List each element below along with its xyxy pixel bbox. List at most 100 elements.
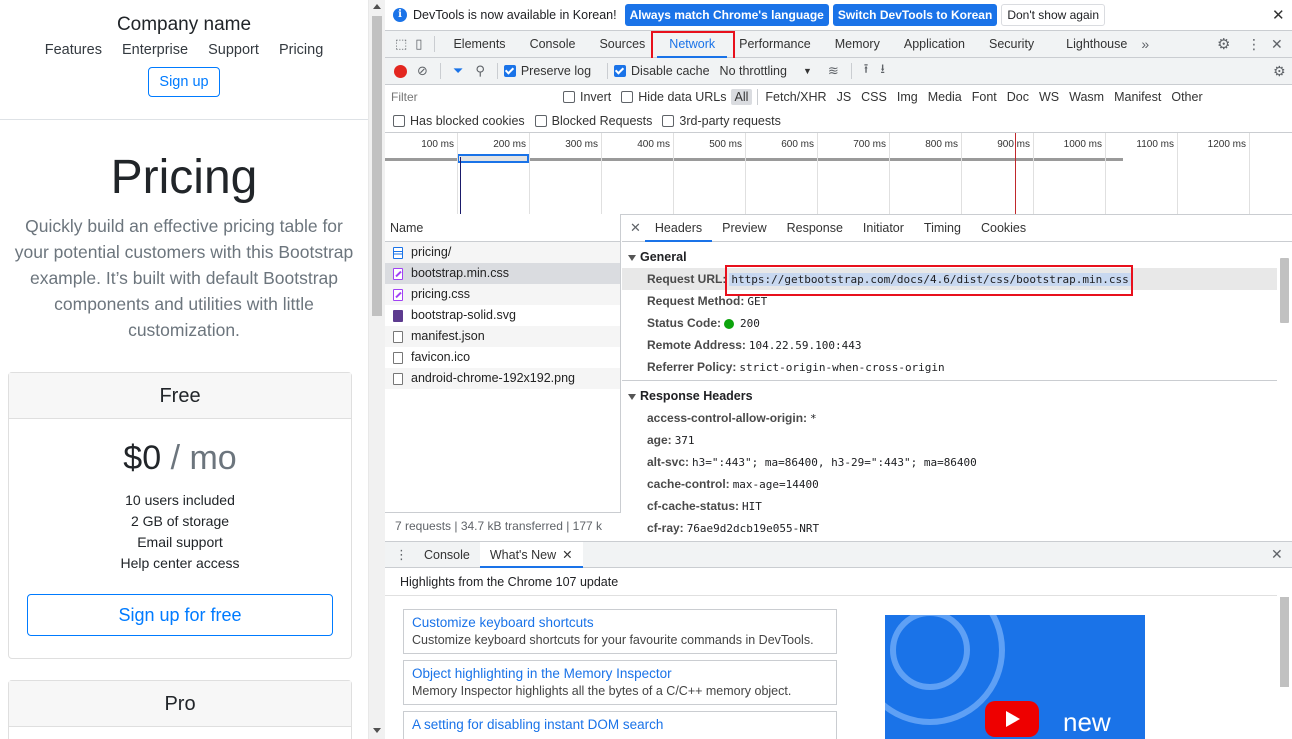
- tab-network[interactable]: Network: [657, 31, 727, 58]
- nav-link-features[interactable]: Features: [45, 42, 102, 58]
- scroll-up-arrow-icon[interactable]: [373, 4, 381, 9]
- request-row[interactable]: bootstrap-solid.svg: [385, 305, 620, 326]
- network-settings-gear-icon[interactable]: ⚙: [1273, 63, 1286, 80]
- request-row[interactable]: pricing.css: [385, 284, 620, 305]
- filter-type-fetch-xhr[interactable]: Fetch/XHR: [761, 89, 830, 105]
- expand-triangle-icon[interactable]: [628, 393, 636, 400]
- tab-preview[interactable]: Preview: [712, 214, 776, 242]
- dont-show-again-button[interactable]: Don't show again: [1001, 4, 1105, 26]
- whats-new-item-title[interactable]: Object highlighting in the Memory Inspec…: [412, 665, 828, 682]
- checkbox-unchecked-icon[interactable]: [393, 114, 405, 127]
- detail-scrollbar[interactable]: [1277, 242, 1292, 540]
- tab-application[interactable]: Application: [892, 31, 977, 58]
- tab-timing[interactable]: Timing: [914, 214, 971, 242]
- whats-new-video-thumbnail[interactable]: new: [885, 615, 1145, 739]
- request-url-value[interactable]: https://getbootstrap.com/docs/4.6/dist/c…: [729, 273, 1131, 286]
- whats-new-item[interactable]: A setting for disabling instant DOM sear…: [403, 711, 837, 739]
- network-conditions-wifi-icon[interactable]: ≋: [828, 63, 839, 79]
- filter-type-wasm[interactable]: Wasm: [1065, 89, 1108, 105]
- filter-type-css[interactable]: CSS: [857, 89, 891, 105]
- scrollbar-thumb[interactable]: [1280, 597, 1289, 687]
- disable-cache-checkbox[interactable]: Disable cache: [614, 64, 710, 78]
- inspect-element-icon[interactable]: ⬚: [395, 36, 407, 52]
- more-tabs-chevron-icon[interactable]: »: [1141, 36, 1149, 52]
- checkbox-unchecked-icon[interactable]: [534, 114, 547, 127]
- request-row[interactable]: pricing/: [385, 242, 620, 263]
- whats-new-item-title[interactable]: Customize keyboard shortcuts: [412, 614, 828, 631]
- filter-type-font[interactable]: Font: [968, 89, 1001, 105]
- request-row[interactable]: favicon.ico: [385, 347, 620, 368]
- scrollbar-thumb[interactable]: [372, 16, 382, 316]
- tab-headers[interactable]: Headers: [644, 214, 713, 242]
- import-har-icon[interactable]: ⭱: [864, 60, 869, 82]
- tab-lighthouse[interactable]: Lighthouse: [1054, 31, 1139, 58]
- tab-response[interactable]: Response: [777, 214, 853, 242]
- match-language-button[interactable]: Always match Chrome's language: [624, 4, 829, 26]
- tab-performance[interactable]: Performance: [727, 31, 823, 58]
- checkbox-unchecked-icon[interactable]: [662, 114, 675, 127]
- request-row[interactable]: bootstrap.min.css: [385, 263, 620, 284]
- nav-link-support[interactable]: Support: [208, 42, 259, 58]
- devtools-close-icon[interactable]: ✕: [1271, 36, 1283, 53]
- tab-elements[interactable]: Elements: [441, 31, 517, 58]
- drawer-menu-icon[interactable]: ⋮: [395, 547, 408, 563]
- kebab-menu-icon[interactable]: ⋮: [1247, 36, 1261, 53]
- third-party-requests-checkbox[interactable]: 3rd-party requests: [662, 114, 781, 128]
- clear-icon[interactable]: ⊘: [417, 63, 428, 79]
- tab-console[interactable]: Console: [518, 31, 588, 58]
- infobar-close-icon[interactable]: ✕: [1272, 6, 1285, 24]
- checkbox-unchecked-icon[interactable]: [563, 91, 575, 103]
- switch-korean-button[interactable]: Switch DevTools to Korean: [832, 4, 998, 26]
- throttling-select[interactable]: No throttling ▼: [720, 64, 812, 78]
- filter-type-manifest[interactable]: Manifest: [1110, 89, 1165, 105]
- device-toolbar-icon[interactable]: ▯: [415, 36, 422, 52]
- whats-new-item-title[interactable]: A setting for disabling instant DOM sear…: [412, 716, 828, 733]
- page-scrollbar[interactable]: [368, 0, 385, 739]
- settings-gear-icon[interactable]: ⚙: [1217, 35, 1230, 53]
- checkbox-unchecked-icon[interactable]: [621, 91, 634, 103]
- expand-triangle-icon[interactable]: [628, 254, 636, 261]
- filter-type-doc[interactable]: Doc: [1003, 89, 1033, 105]
- tab-initiator[interactable]: Initiator: [853, 214, 914, 242]
- filter-type-ws[interactable]: WS: [1035, 89, 1063, 105]
- scrollbar-thumb[interactable]: [1280, 258, 1289, 323]
- whats-new-item[interactable]: Customize keyboard shortcuts Customize k…: [403, 609, 837, 654]
- invert-checkbox[interactable]: Invert: [563, 90, 611, 104]
- signup-free-button[interactable]: Sign up for free: [27, 594, 333, 636]
- filter-type-js[interactable]: JS: [833, 89, 856, 105]
- request-row[interactable]: manifest.json: [385, 326, 620, 347]
- drawer-tab-whats-new[interactable]: What's New ✕: [479, 541, 583, 568]
- name-column-header[interactable]: Name: [385, 214, 620, 242]
- detail-close-icon[interactable]: ✕: [630, 220, 641, 236]
- drawer-scrollbar[interactable]: [1277, 585, 1292, 739]
- filter-type-img[interactable]: Img: [893, 89, 922, 105]
- hide-data-urls-checkbox[interactable]: Hide data URLs: [621, 90, 727, 104]
- filter-type-media[interactable]: Media: [924, 89, 966, 105]
- tab-security[interactable]: Security: [977, 31, 1046, 58]
- drawer-tab-console[interactable]: Console: [414, 542, 480, 568]
- filter-funnel-icon[interactable]: ⏷: [453, 63, 463, 79]
- record-icon[interactable]: [394, 64, 407, 78]
- filter-type-other[interactable]: Other: [1167, 89, 1206, 105]
- whats-new-item[interactable]: Object highlighting in the Memory Inspec…: [403, 660, 837, 705]
- preserve-log-checkbox[interactable]: Preserve log: [503, 64, 591, 78]
- checkbox-checked-icon[interactable]: [614, 65, 627, 77]
- blocked-requests-checkbox[interactable]: Blocked Requests: [534, 114, 652, 128]
- general-section-header[interactable]: General: [622, 246, 1277, 268]
- signup-button[interactable]: Sign up: [148, 67, 220, 97]
- scroll-down-arrow-icon[interactable]: [373, 728, 381, 733]
- tab-memory[interactable]: Memory: [823, 31, 892, 58]
- whats-new-close-icon[interactable]: ✕: [562, 548, 572, 562]
- request-row[interactable]: android-chrome-192x192.png: [385, 368, 620, 389]
- network-overview-timeline[interactable]: 100 ms 200 ms 300 ms 400 ms 500 ms 600 ms 700 …: [385, 133, 1292, 215]
- filter-input[interactable]: [391, 88, 551, 106]
- nav-link-enterprise[interactable]: Enterprise: [122, 42, 188, 58]
- export-har-icon[interactable]: ⭳: [880, 60, 885, 82]
- tab-sources[interactable]: Sources: [587, 31, 657, 58]
- youtube-play-icon[interactable]: [985, 701, 1039, 737]
- drawer-close-icon[interactable]: ✕: [1271, 546, 1283, 563]
- has-blocked-cookies-checkbox[interactable]: Has blocked cookies: [393, 114, 525, 128]
- filter-type-all[interactable]: All: [730, 89, 753, 105]
- timeline-selection[interactable]: [457, 154, 529, 163]
- search-icon[interactable]: ⚲: [475, 63, 485, 79]
